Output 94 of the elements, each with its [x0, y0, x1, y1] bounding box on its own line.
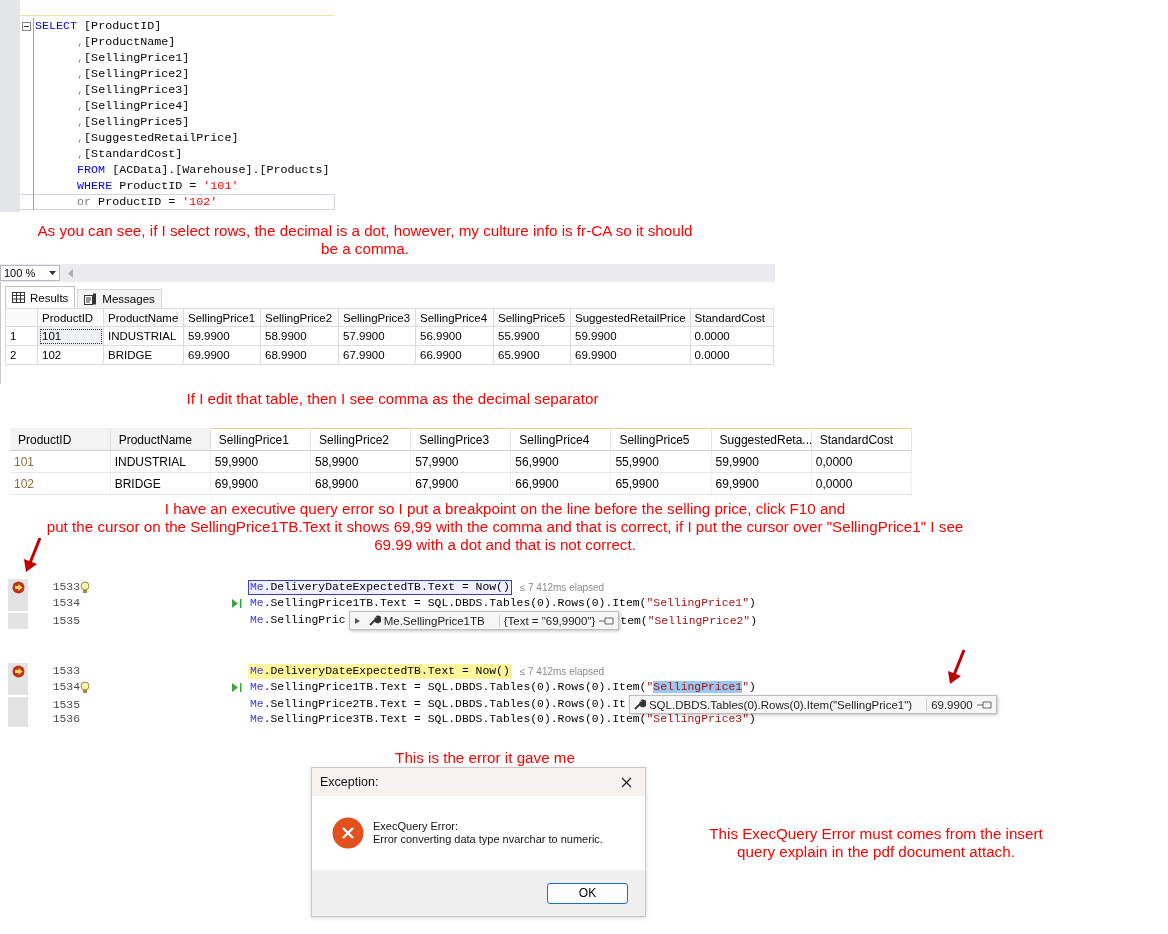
wrench-icon [632, 698, 646, 711]
line-number: 1536 [51, 713, 80, 725]
column-header[interactable]: SellingPrice2 [260, 308, 339, 327]
wrench-icon [367, 614, 381, 627]
datatip-value: {Text = "69,9900"} [498, 614, 600, 627]
pin-icon[interactable] [976, 699, 993, 710]
column-header[interactable]: SellingPrice1 [210, 428, 311, 451]
table-cell[interactable]: 59,9900 [210, 450, 311, 473]
line-number: 1535 [51, 698, 80, 711]
code-line: ,[SellingPrice3] [76, 83, 190, 97]
annotation-arrow [948, 649, 966, 684]
annotation-text: If I edit that table, then I see comma as the decimal separator [185, 390, 600, 408]
code-line: SELECT [ProductID] [34, 19, 162, 33]
line-number: 1533 [51, 581, 80, 593]
column-header[interactable]: SellingPrice3 [410, 428, 511, 451]
grid-icon [12, 292, 25, 303]
column-header[interactable]: SellingPrice5 [493, 308, 571, 327]
column-header[interactable]: SellingPrice4 [415, 308, 494, 327]
code-line: Me.SellingPrice2TB.Text = SQL.DBDS.Tables(0).Rows(0).It [249, 697, 627, 712]
pin-icon[interactable] [599, 615, 616, 626]
expand-icon[interactable] [353, 616, 361, 625]
code-line: WHERE ProductID = '101' [76, 179, 239, 193]
column-header[interactable]: SuggestedRetailPrice [570, 308, 691, 327]
results-tab[interactable]: Messages [77, 289, 162, 308]
elapsed-hint: ≤ 7 412ms elapsed [519, 581, 605, 593]
table-cell[interactable]: 69,9900 [210, 472, 311, 495]
column-header[interactable]: ProductName [110, 428, 211, 451]
annotation-text: This ExecQuery Error must comes from the insert query explain in the pdf document attach. [708, 825, 1044, 861]
line-number: 1533 [51, 665, 80, 677]
table-cell[interactable]: INDUSTRIAL [110, 450, 211, 473]
dialog-title: Exception: [320, 775, 379, 789]
table-cell[interactable]: 55,9900 [610, 450, 712, 473]
table-cell[interactable]: 68,9900 [310, 472, 411, 495]
table-cell[interactable]: 101 [10, 450, 111, 473]
table-cell[interactable]: 58,9900 [310, 450, 411, 473]
code-line: ,[SellingPrice2] [76, 67, 190, 81]
table-cell[interactable]: 65,9900 [610, 472, 712, 495]
datatip-name: Me.SellingPrice1TB [382, 614, 486, 627]
column-header[interactable]: StandardCost [811, 428, 912, 451]
code-line: ,[SellingPrice1] [76, 51, 190, 65]
code-line: ,[SellingPrice4] [76, 99, 190, 113]
table-cell[interactable]: 67,9900 [410, 472, 511, 495]
annotation-text: I have an executive query error so I put a breakpoint on the line before the selling price, click F10 and put the cursor on the SellingPrice1TB.Text it shows 69,99 with the comma and that is correct, if I put the cursor over "SellingPrice1" I see 69.99 with a dot and that is not correct. [45, 500, 965, 554]
table-cell[interactable]: 102 [10, 472, 111, 495]
error-heading: ExecQuery Error: [373, 820, 459, 833]
column-header[interactable]: ProductID [37, 308, 104, 327]
code-line: Me.SellingPric [249, 613, 347, 628]
close-icon [620, 776, 632, 788]
messages-icon [84, 293, 98, 305]
table-cell[interactable]: 0,0000 [811, 450, 912, 473]
table-cell[interactable]: 0,0000 [811, 472, 912, 495]
ok-button[interactable]: OK [547, 882, 628, 904]
code-line: ,[SuggestedRetailPrice] [76, 131, 239, 145]
zoom-dropdown[interactable]: 100 % [0, 265, 60, 281]
column-header[interactable]: SellingPrice1 [183, 308, 261, 327]
column-header[interactable]: ProductID [10, 428, 111, 451]
column-header[interactable]: SuggestedReta... [711, 428, 812, 451]
code-line: ,[SellingPrice5] [76, 115, 190, 129]
code-line: ,[ProductName] [76, 35, 176, 49]
line-number: 1535 [51, 614, 80, 627]
table-cell[interactable]: 66,9900 [510, 472, 611, 495]
error-icon [332, 817, 364, 849]
datatip[interactable]: Me.SellingPrice1TB {Text = "69,9900"} [348, 611, 620, 630]
code-line: Me.SellingPrice3TB.Text = SQL.DBDS.Tables(0).Rows(0).Item("SellingPrice3") [249, 711, 757, 727]
table-cell[interactable]: 56,9900 [510, 450, 611, 473]
code-line: or ProductID = '102' [76, 195, 218, 209]
column-header[interactable]: SellingPrice5 [610, 428, 712, 451]
code-line: Me.SellingPrice1TB.Text = SQL.DBDS.Tables(0).Rows(0).Item("SellingPrice1") [249, 679, 757, 695]
column-header[interactable]: SellingPrice2 [310, 428, 411, 451]
table-cell[interactable]: 69,9900 [711, 472, 812, 495]
table-cell[interactable]: 57,9900 [410, 450, 511, 473]
column-header[interactable]: SellingPrice4 [510, 428, 611, 451]
column-header[interactable]: ProductName [103, 308, 184, 327]
line-number: 1534 [51, 681, 80, 693]
datatip-value: 69.9900 [926, 698, 977, 711]
code-fragment: tem("SellingPrice2") [620, 614, 758, 627]
collapse-icon[interactable] [22, 21, 31, 31]
error-message: Error converting data type nvarchar to numeric. [373, 833, 603, 846]
table-cell[interactable]: 59,9900 [711, 450, 812, 473]
datatip-name: SQL.DBDS.Tables(0).Rows(0).Item("SellingPrice1") [647, 698, 914, 711]
table-cell[interactable]: BRIDGE [110, 472, 211, 495]
line-number: 1534 [51, 597, 80, 609]
caret-icon [49, 271, 56, 275]
annotation-text: This is the error it gave me [394, 749, 576, 767]
column-header[interactable]: StandardCost [690, 308, 774, 327]
column-header[interactable]: SellingPrice3 [338, 308, 416, 327]
datatip[interactable]: SQL.DBDS.Tables(0).Rows(0).Item("SellingPrice1") 69.9900 [628, 695, 997, 714]
code-line: ,[StandardCost] [76, 147, 183, 161]
code-line: FROM [ACData].[Warehouse].[Products] [76, 163, 330, 177]
annotation-arrow [24, 537, 42, 572]
results-tab[interactable]: Results [5, 286, 76, 308]
elapsed-hint: ≤ 7 412ms elapsed [519, 665, 605, 677]
annotation-text: As you can see, if I select rows, the decimal is a dot, however, my culture info is fr-CA so it should be a comma. [36, 222, 694, 258]
code-line: Me.SellingPrice1TB.Text = SQL.DBDS.Tables(0).Rows(0).Item("SellingPrice1") [249, 595, 757, 611]
